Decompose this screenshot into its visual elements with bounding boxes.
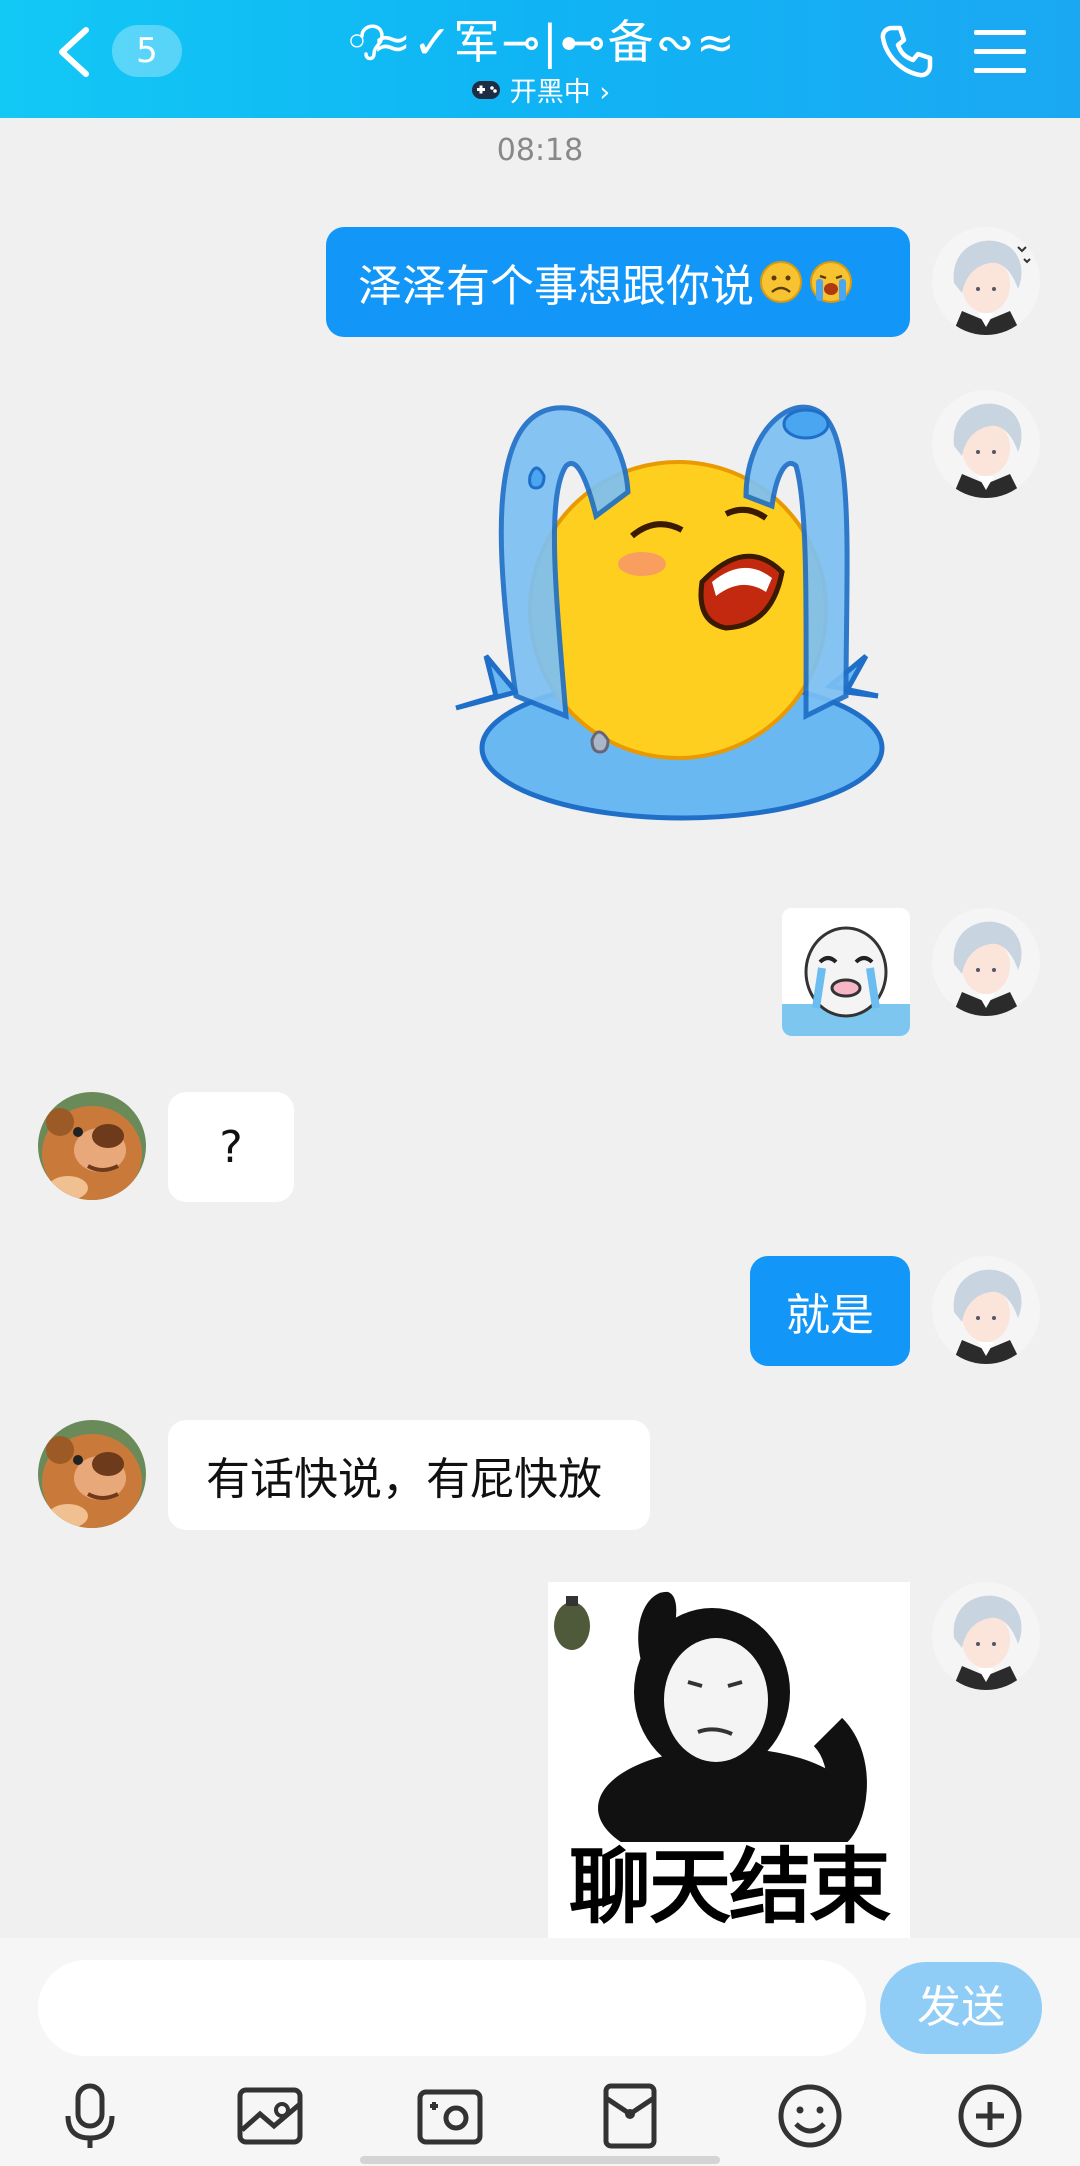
crying-emoji-sticker[interactable] [446,396,892,826]
plus-icon[interactable] [954,2080,1026,2152]
outgoing-message-bubble[interactable]: 就是 [750,1256,910,1366]
status-subtitle: 开黑中 › [509,77,611,108]
chevron-left-icon [59,27,89,77]
chat-header: 5 ◦≈✓军⊸|⊷备∾≈ 开黑中 › [0,0,1080,118]
input-bar: 发送 [0,1938,1080,2166]
crying-loudly-emoji-icon [810,261,852,303]
outgoing-message-bubble[interactable]: 泽泽有个事想跟你说 [326,227,910,337]
phone-icon [880,25,933,78]
unread-badge[interactable]: 5 [112,25,182,77]
cartoon-bear-avatar-icon [38,1092,146,1200]
friend-avatar[interactable] [38,1092,146,1200]
crying-emoji-sticker-image [455,404,885,821]
sticker-caption: 聊天结束 [568,1840,891,1935]
message-text: 泽泽有个事想跟你说 [358,261,754,312]
anime-boy-avatar-icon [932,390,1040,498]
emoji-icon[interactable] [774,2080,846,2152]
chat-title: ◦≈✓军⊸|⊷备∾≈ [343,15,737,69]
panda-meme-image [548,1582,910,1842]
my-avatar[interactable] [932,1256,1040,1364]
red-packet-icon[interactable] [594,2080,666,2152]
camera-icon[interactable] [414,2080,486,2152]
anime-boy-avatar-icon [932,1582,1040,1690]
incoming-message-bubble[interactable]: 有话快说，有屁快放 [168,1420,650,1530]
crying-meme-face-image [782,908,910,1036]
cartoon-bear-avatar-icon [38,1420,146,1528]
crying-face-meme-sticker[interactable] [782,908,910,1036]
send-button[interactable]: 发送 [880,1962,1042,2054]
message-text: ? [219,1121,243,1173]
call-button[interactable] [876,22,936,82]
my-avatar[interactable] [932,390,1040,498]
mic-icon[interactable] [54,2080,126,2152]
photo-icon[interactable] [234,2080,306,2152]
message-text: 就是 [786,1290,874,1341]
my-avatar[interactable] [932,1582,1040,1690]
gamepad-icon [471,80,500,99]
hamburger-menu-icon [974,30,1026,73]
message-input[interactable] [38,1960,866,2056]
message-timestamp: 08:18 [496,133,584,168]
message-text: 有话快说，有屁快放 [206,1454,602,1505]
anime-boy-avatar-icon [932,1256,1040,1364]
frowning-face-emoji-icon [760,261,802,303]
home-indicator[interactable] [360,2156,720,2164]
my-avatar[interactable] [932,227,1040,335]
incoming-message-bubble[interactable]: ? [168,1092,294,1202]
anime-boy-avatar-icon [932,227,1040,335]
panda-grenade-meme-sticker[interactable]: 聊天结束 [548,1582,910,1938]
friend-avatar[interactable] [38,1420,146,1528]
anime-boy-avatar-icon [932,908,1040,1016]
back-button[interactable] [50,22,100,82]
ear-icon [360,24,384,61]
chat-title-area[interactable]: ◦≈✓军⊸|⊷备∾≈ 开黑中 › [340,8,740,112]
menu-button[interactable] [972,24,1028,80]
my-avatar[interactable] [932,908,1040,1016]
